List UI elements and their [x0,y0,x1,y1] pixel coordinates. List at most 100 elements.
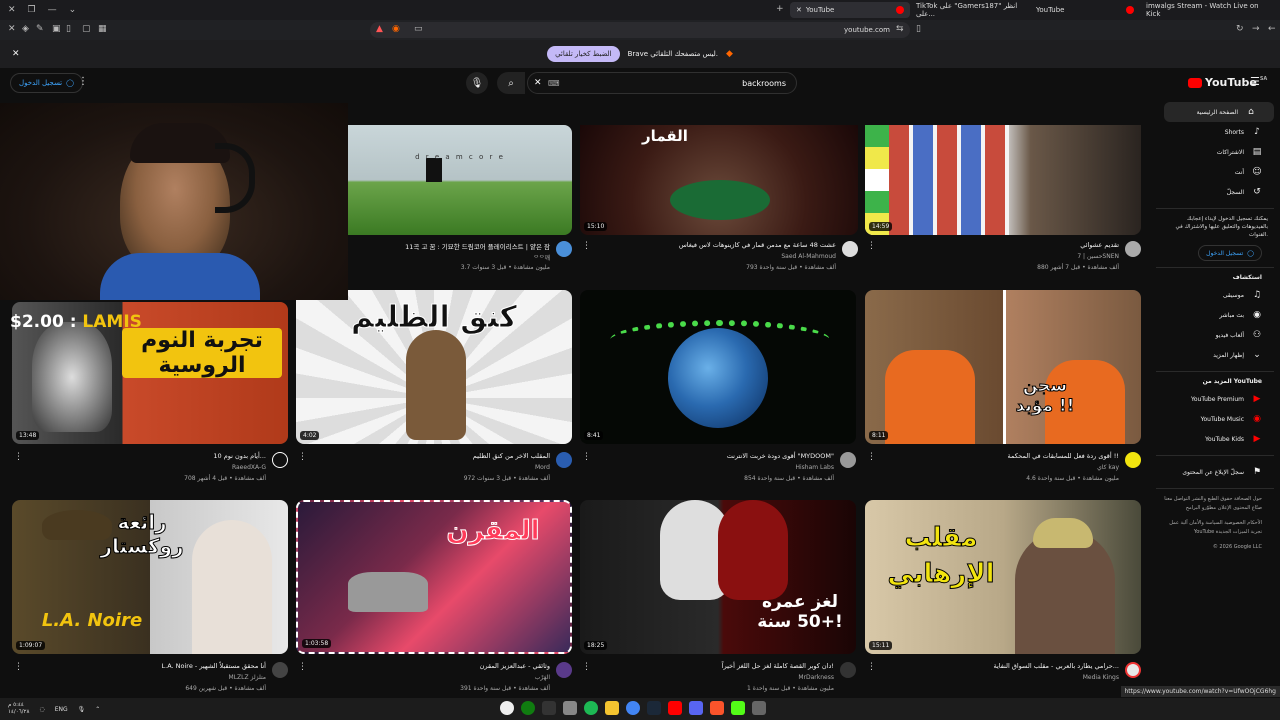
sidebar-item-home[interactable]: الصفحة الرئيسية ⌂ [1164,102,1274,122]
brave-icon[interactable] [710,701,724,715]
grid-icon[interactable]: ▦ [98,24,107,34]
site-settings-icon[interactable]: ⇆ [896,24,904,34]
sidebar-item-live[interactable]: بث مباشر ◉ [1150,305,1280,325]
sidebar-item-music[interactable]: موسيقى ♫ [1150,285,1280,305]
back-arrow-icon[interactable]: ← [1268,24,1276,34]
menu-icon[interactable]: ☰ [1250,75,1260,88]
video-title[interactable]: أقوى ردة فعل للمسابقات في المحكمة !! [1007,452,1119,460]
clear-search-icon[interactable]: ✕ [534,78,542,88]
signin-button[interactable]: تسجيل الدخول ◯ [10,73,83,93]
more-options-icon[interactable]: ⋮ [582,662,591,672]
video-thumbnail[interactable]: مقلب الإرهابي 15:11 [865,500,1141,654]
video-card[interactable]: 14:59 تقديم عشوائي حسين | 7SNEN 880 ألف … [865,125,1141,275]
channel-avatar[interactable] [1125,241,1141,257]
video-card[interactable]: كنق الظليم 4:02 المقلب الاخر من كنق الظل… [296,290,572,484]
url-field[interactable]: youtube.com [370,22,910,38]
video-title[interactable]: المقلب الاخر من كنق الظليم [473,452,550,460]
terminal-icon[interactable] [542,701,556,715]
restore-window-icon[interactable]: ❐ [28,5,36,15]
keyboard-icon[interactable]: ⌨ [548,79,560,88]
file-explorer-icon[interactable] [563,701,577,715]
video-title[interactable]: L.A. Noire - أنا محقق مستقبلاً الشهير [162,662,267,670]
channel-name[interactable]: MLZLZ متلزلز [229,674,266,681]
channel-avatar[interactable] [556,241,572,257]
notifications-icon[interactable]: ◌ [39,706,44,713]
clock[interactable]: ٥:٤٤ م ١٤/٠٦/٢٨ [8,702,29,716]
app-icon[interactable] [752,701,766,715]
video-thumbnail[interactable]: 14:59 [865,125,1141,235]
video-thumbnail[interactable]: 8:41 [580,290,856,444]
channel-name[interactable]: Hisham Labs [796,464,835,471]
video-thumbnail[interactable]: القمار 15:10 [580,125,858,235]
sidebar-item-show-more[interactable]: إظهار المزيد ⌄ [1150,345,1280,365]
more-options-icon[interactable]: ⋮ [582,241,591,251]
more-options-icon[interactable]: ⋮ [298,452,307,462]
video-card[interactable]: القمار 15:10 عشت 48 ساعة مع مدمن قمار في… [580,125,858,275]
video-title[interactable]: وثائقي - عبدالعزيز المقرن [480,662,550,670]
settings-more-icon[interactable]: ⋮ [78,76,88,87]
channel-avatar[interactable] [1125,452,1141,468]
channel-name[interactable]: Saed Al-Mahmoud [781,253,836,260]
close-tab-icon[interactable]: ✕ [796,6,802,14]
more-options-icon[interactable]: ⋮ [14,452,23,462]
channel-avatar[interactable] [556,662,572,678]
channel-name[interactable]: RaeedXA-G [232,464,266,471]
video-thumbnail[interactable]: كنق الظليم 4:02 [296,290,572,444]
channel-name[interactable]: MrDarkness [798,674,834,681]
discord-icon[interactable] [689,701,703,715]
panel-icon[interactable]: ▯ [66,24,71,34]
forward-icon[interactable]: → [1252,24,1260,34]
video-title[interactable]: أقوى دودة خربت الانترنت "MYDOOM" [727,452,834,460]
folder-icon[interactable] [605,701,619,715]
video-title[interactable]: 11곡 고 꿈 : 기묘한 드림코어 플레이리스트 | 얕은 잠 [405,241,550,251]
sidebar-signin-button[interactable]: تسجيل الدخول ◯ [1198,245,1262,261]
video-title[interactable]: 10 أيام بدون نوم... [213,452,266,460]
footer-links[interactable]: حول الصحافة حقوق الطبع والنشر التواصل مع… [1150,495,1280,513]
sidebar-item-you[interactable]: أنت ☺ [1150,162,1280,182]
minimize-window-icon[interactable]: — [48,5,57,15]
sidebar-item-kids[interactable]: YouTube Kids ▶ [1150,429,1280,449]
video-title[interactable]: حرامي يطارد بالعربي - مقلب السواق النفاي… [993,662,1119,670]
video-thumbnail[interactable]: سجن مؤبد !! 8:11 [865,290,1141,444]
close-infobar-icon[interactable]: ✕ [12,49,20,59]
footer-links-2[interactable]: الأحكام الخصوصية السياسة والأمان آلية عم… [1150,519,1280,537]
voice-search-button[interactable]: 🎙 [466,72,488,94]
video-thumbnail[interactable]: رائعة روكستار L.A. Noire 1:09:07 [12,500,288,654]
channel-name[interactable]: Media Kings [1083,674,1119,681]
extension-icon[interactable]: ✎ [36,24,44,34]
more-options-icon[interactable]: ⋮ [867,452,876,462]
channel-name[interactable]: ᄋᄋ깨 [533,253,550,262]
kick-icon[interactable] [731,701,745,715]
xbox-icon[interactable] [500,701,514,715]
more-options-icon[interactable]: ⋮ [867,662,876,672]
channel-avatar[interactable] [840,662,856,678]
xbox-app-icon[interactable] [521,701,535,715]
search-button[interactable]: ⌕ [497,72,525,94]
video-card[interactable]: رائعة روكستار L.A. Noire 1:09:07 L.A. No… [12,500,288,696]
brave-shields-icon[interactable]: ◉ [392,24,400,34]
tab-kick[interactable]: imwalgs Stream - Watch Live on Kick [1140,2,1280,18]
channel-name[interactable]: كاي kay [1097,464,1119,471]
more-options-icon[interactable]: ⋮ [867,241,876,251]
video-card[interactable]: 8:41 أقوى دودة خربت الانترنت "MYDOOM" Hi… [580,290,856,484]
sidebar-item-premium[interactable]: YouTube Premium ▶ [1150,389,1280,409]
tab-list-icon[interactable]: ⌄ [69,5,77,15]
channel-avatar[interactable] [842,241,858,257]
channel-avatar[interactable] [556,452,572,468]
video-thumbnail[interactable]: المقرن 1:03:58 [296,500,572,654]
more-options-icon[interactable]: ⋮ [298,662,307,672]
mic-tray-icon[interactable]: 🎙 [78,706,86,713]
channel-avatar[interactable] [272,452,288,468]
tray-expand-icon[interactable]: ⌃ [95,706,100,713]
video-title[interactable]: تقديم عشوائي [1080,241,1119,249]
video-card[interactable]: سجن مؤبد !! 8:11 أقوى ردة فعل للمسابقات … [865,290,1141,484]
video-thumbnail[interactable]: لغز عمره +50 سنة! 18:25 [580,500,856,654]
sidebar-item-subscriptions[interactable]: الاشتراكات ▤ [1150,142,1280,162]
new-tab-icon[interactable]: + [776,4,784,14]
sidebar-item-shorts[interactable]: Shorts ♪ [1150,122,1280,142]
set-default-button[interactable]: الضبط كخيار تلقائي [547,46,620,62]
spotify-icon[interactable] [584,701,598,715]
chrome-icon[interactable] [626,701,640,715]
bookmark-list-icon[interactable]: ▢ [82,24,91,34]
tab-tiktok[interactable]: TikTok على "Gamers187" انظر على... [910,2,1030,18]
